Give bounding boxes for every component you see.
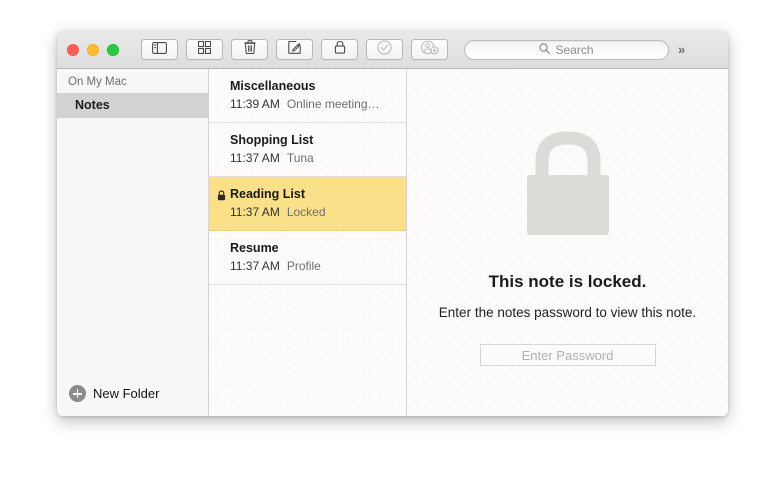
search-input[interactable]: Search (464, 39, 669, 60)
trash-icon (243, 40, 256, 59)
note-time: 11:37 AM (230, 151, 280, 165)
note-list-item[interactable]: Resume 11:37 AM Profile (209, 231, 406, 285)
large-lock-icon (521, 131, 615, 244)
note-title: Miscellaneous (230, 79, 316, 93)
password-placeholder: Enter Password (521, 347, 614, 363)
window-toolbar: Search » (57, 31, 728, 69)
note-meta: 11:37 AM Profile (230, 258, 394, 275)
note-snippet: Tuna (286, 151, 314, 165)
add-person-icon (420, 40, 439, 60)
note-snippet: Locked (286, 205, 326, 219)
note-time: 11:37 AM (230, 205, 280, 219)
locked-subtitle: Enter the notes password to view this no… (438, 305, 697, 320)
sidebar-item-label: Notes (75, 98, 110, 112)
delete-note-button[interactable] (231, 39, 268, 60)
notes-list: Miscellaneous 11:39 AM Online meeting… Sh… (209, 69, 407, 416)
new-folder-label: New Folder (93, 386, 160, 401)
note-time: 11:39 AM (230, 97, 280, 111)
grid-icon (197, 40, 212, 59)
lock-icon (334, 40, 346, 59)
note-lock-icon (217, 188, 226, 206)
locked-title: This note is locked. (488, 272, 647, 291)
notes-window: Search » On My Mac Notes New Folder Misc… (57, 31, 728, 416)
note-title: Resume (230, 241, 279, 255)
note-meta: 11:37 AM Tuna (230, 150, 394, 167)
sidebar: On My Mac Notes New Folder (57, 69, 209, 416)
note-snippet: Profile (286, 259, 321, 273)
traffic-lights (67, 43, 119, 56)
note-meta: 11:39 AM Online meeting… (230, 96, 394, 113)
window-body: On My Mac Notes New Folder Miscellaneous… (57, 69, 728, 416)
note-time: 11:37 AM (230, 259, 280, 273)
note-snippet: Online meeting… (286, 97, 380, 111)
note-detail-pane: This note is locked. Enter the notes pas… (407, 69, 728, 416)
search-icon (539, 41, 551, 59)
checklist-button[interactable] (366, 39, 403, 60)
compose-note-button[interactable] (276, 39, 313, 60)
note-title: Shopping List (230, 133, 314, 147)
sidebar-section-header: On My Mac (68, 76, 127, 88)
search-placeholder: Search (555, 42, 594, 57)
note-list-item[interactable]: Reading List 11:37 AM Locked (209, 177, 406, 231)
new-folder-button[interactable]: New Folder (57, 385, 208, 416)
compose-icon (287, 40, 302, 59)
zoom-button[interactable] (107, 43, 119, 56)
sidebar-item-notes[interactable]: Notes (57, 93, 208, 118)
note-list-item[interactable]: Shopping List 11:37 AM Tuna (209, 123, 406, 177)
note-title: Reading List (230, 187, 306, 201)
check-circle-icon (377, 39, 392, 60)
plus-circle-icon (69, 385, 86, 402)
toolbar-overflow-button[interactable]: » (678, 42, 685, 57)
close-button[interactable] (67, 43, 79, 56)
note-meta: 11:37 AM Locked (230, 204, 394, 221)
minimize-button[interactable] (87, 43, 99, 56)
note-list-item[interactable]: Miscellaneous 11:39 AM Online meeting… (209, 69, 406, 123)
password-input[interactable]: Enter Password (479, 344, 656, 366)
add-people-button[interactable] (411, 39, 448, 60)
gallery-view-button[interactable] (186, 39, 223, 60)
lock-note-button[interactable] (321, 39, 358, 60)
sidebar-toggle-button[interactable] (141, 39, 178, 60)
sidebar-icon (152, 41, 167, 59)
